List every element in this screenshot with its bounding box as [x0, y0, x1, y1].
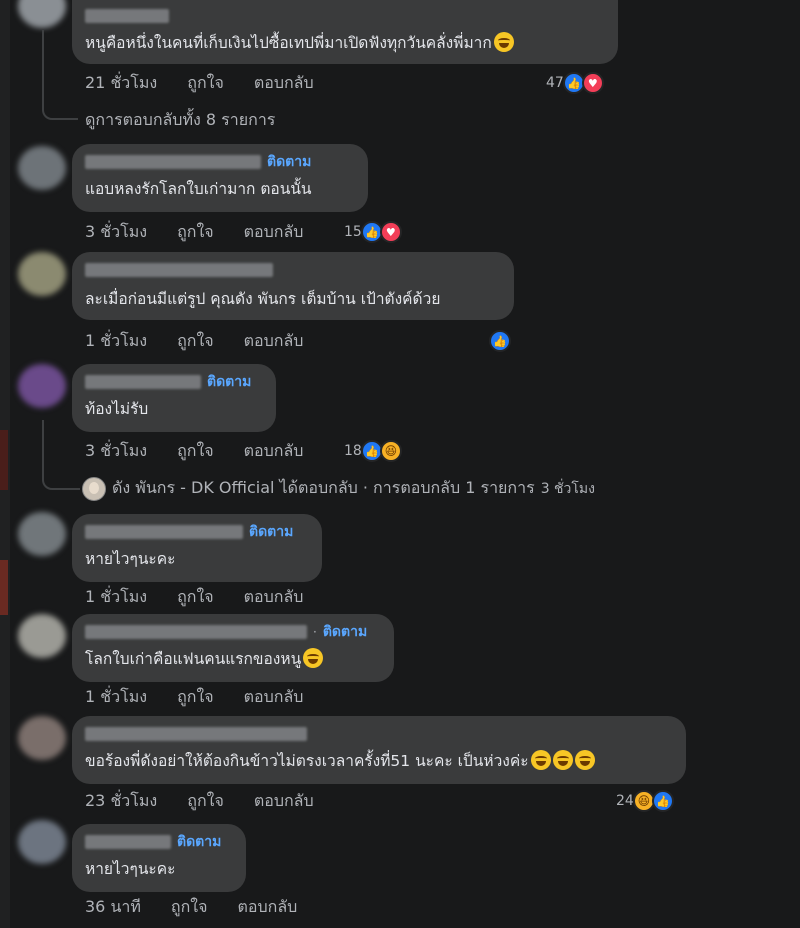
like-button[interactable]: ถูกใจ: [187, 789, 224, 814]
comment-text: ขอร้องพี่ดังอย่าให้ต้องกินข้าวไม่ตรงเวลา…: [85, 752, 529, 770]
reply-button[interactable]: ตอบกลับ: [254, 71, 314, 96]
follow-button[interactable]: ติดตาม: [249, 521, 293, 543]
tears-of-joy-emoji-icon: [552, 750, 573, 770]
reaction-summary[interactable]: 47 👍 ♥: [546, 72, 604, 94]
like-button[interactable]: ถูกใจ: [177, 220, 214, 245]
thread-connector: [42, 30, 78, 120]
reply-button[interactable]: ตอบกลับ: [244, 220, 304, 245]
avatar[interactable]: [18, 512, 66, 556]
reply-time: 3 ชั่วโมง: [540, 480, 595, 497]
comment-time[interactable]: 21 ชั่วโมง: [85, 71, 157, 96]
follow-button[interactable]: ติดตาม: [177, 831, 221, 853]
haha-reaction-icon: 😆: [379, 440, 402, 462]
comment-time[interactable]: 36 นาที: [85, 895, 141, 920]
comment-time[interactable]: 1 ชั่วโมง: [85, 685, 147, 710]
reaction-count: 24: [616, 793, 634, 809]
commenter-name[interactable]: [85, 375, 201, 389]
reaction-summary[interactable]: 👍: [489, 330, 511, 352]
edge-mark: [0, 430, 8, 490]
comment-bubble: ละเมื่อก่อนมีแต่รูป คุณดัง พันกร เต็มบ้า…: [72, 252, 514, 320]
comment-time[interactable]: 3 ชั่วโมง: [85, 220, 147, 245]
reply-button[interactable]: ตอบกลับ: [237, 895, 297, 920]
reply-summary-text: ได้ตอบกลับ · การตอบกลับ 1 รายการ: [279, 478, 535, 497]
follow-button[interactable]: ติดตาม: [207, 371, 251, 393]
comment-text: โลกใบเก่าคือแฟนคนแรกของหนู: [85, 650, 302, 668]
tears-of-joy-emoji-icon: [530, 750, 551, 770]
comment-time[interactable]: 1 ชั่วโมง: [85, 329, 147, 354]
follow-button[interactable]: ติดตาม: [267, 151, 311, 173]
page-avatar[interactable]: [82, 476, 106, 501]
grinning-emoji-icon: [574, 750, 595, 770]
separator-dot: ·: [313, 625, 317, 639]
comment-text: หนูคือหนึ่งในคนที่เก็บเงินไปซื้อเทปพี่มา…: [85, 34, 492, 52]
commenter-name[interactable]: [85, 9, 169, 23]
comment-time[interactable]: 1 ชั่วโมง: [85, 585, 147, 610]
comment-bubble: ขอร้องพี่ดังอย่าให้ต้องกินข้าวไม่ตรงเวลา…: [72, 716, 686, 784]
comment-bubble: · ติดตาม โลกใบเก่าคือแฟนคนแรกของหนู: [72, 614, 394, 682]
reaction-summary[interactable]: 24 😆 👍: [616, 790, 674, 812]
commenter-name[interactable]: [85, 525, 243, 539]
like-button[interactable]: ถูกใจ: [177, 439, 214, 464]
like-button[interactable]: ถูกใจ: [171, 895, 208, 920]
reply-button[interactable]: ตอบกลับ: [244, 585, 304, 610]
reply-button[interactable]: ตอบกลับ: [244, 329, 304, 354]
avatar[interactable]: [18, 0, 66, 28]
love-reaction-icon: ♥: [379, 221, 402, 243]
comment-bubble: หนูคือหนึ่งในคนที่เก็บเงินไปซื้อเทปพี่มา…: [72, 0, 618, 64]
like-reaction-icon: 👍: [489, 330, 511, 352]
love-reaction-icon: ♥: [581, 72, 604, 94]
avatar[interactable]: [18, 364, 66, 408]
grinning-emoji-icon: [493, 32, 514, 52]
reply-button[interactable]: ตอบกลับ: [254, 789, 314, 814]
reaction-count: 47: [546, 75, 564, 91]
comment-text: หายไวๆนะคะ: [85, 860, 176, 878]
commenter-name[interactable]: [85, 263, 273, 277]
reaction-count: 18: [344, 443, 362, 459]
commenter-name[interactable]: [85, 727, 307, 741]
like-button[interactable]: ถูกใจ: [177, 585, 214, 610]
avatar[interactable]: [18, 716, 66, 760]
comment-text: หายไวๆนะคะ: [85, 550, 176, 568]
reaction-summary[interactable]: 18 👍 😆: [344, 440, 402, 462]
comment-bubble: ติดตาม หายไวๆนะคะ: [72, 514, 322, 582]
reply-button[interactable]: ตอบกลับ: [244, 685, 304, 710]
avatar[interactable]: [18, 252, 66, 296]
reaction-summary[interactable]: 15 👍 ♥: [344, 221, 402, 243]
commenter-name[interactable]: [85, 155, 261, 169]
comment-text: ละเมื่อก่อนมีแต่รูป คุณดัง พันกร เต็มบ้า…: [85, 290, 441, 308]
comment-bubble: ติดตาม ท้องไม่รับ: [72, 364, 276, 432]
avatar[interactable]: [18, 820, 66, 864]
reply-summary[interactable]: ดัง พันกร - DK Official ได้ตอบกลับ · การ…: [82, 476, 595, 501]
comment-text: ท้องไม่รับ: [85, 400, 149, 418]
avatar[interactable]: [18, 614, 66, 658]
reply-button[interactable]: ตอบกลับ: [244, 439, 304, 464]
like-button[interactable]: ถูกใจ: [177, 329, 214, 354]
sweat-smile-emoji-icon: [303, 648, 324, 668]
commenter-name[interactable]: [85, 625, 307, 639]
comment-time[interactable]: 23 ชั่วโมง: [85, 789, 157, 814]
comment-bubble: ติดตาม แอบหลงรักโลกใบเก่ามาก ตอนนั้น: [72, 144, 368, 212]
view-replies-link[interactable]: ดูการตอบกลับทั้ง 8 รายการ: [85, 108, 275, 133]
like-button[interactable]: ถูกใจ: [187, 71, 224, 96]
follow-button[interactable]: ติดตาม: [323, 621, 367, 643]
reply-author[interactable]: ดัง พันกร - DK Official: [112, 476, 274, 501]
commenter-name[interactable]: [85, 835, 171, 849]
comment-bubble: ติดตาม หายไวๆนะคะ: [72, 824, 246, 892]
edge-mark: [0, 560, 8, 615]
thread-connector: [42, 420, 80, 490]
like-reaction-icon: 👍: [651, 790, 674, 812]
like-button[interactable]: ถูกใจ: [177, 685, 214, 710]
left-edge-strip: [0, 0, 10, 928]
reaction-count: 15: [344, 224, 362, 240]
comment-time[interactable]: 3 ชั่วโมง: [85, 439, 147, 464]
comment-text: แอบหลงรักโลกใบเก่ามาก ตอนนั้น: [85, 180, 312, 198]
avatar[interactable]: [18, 146, 66, 190]
